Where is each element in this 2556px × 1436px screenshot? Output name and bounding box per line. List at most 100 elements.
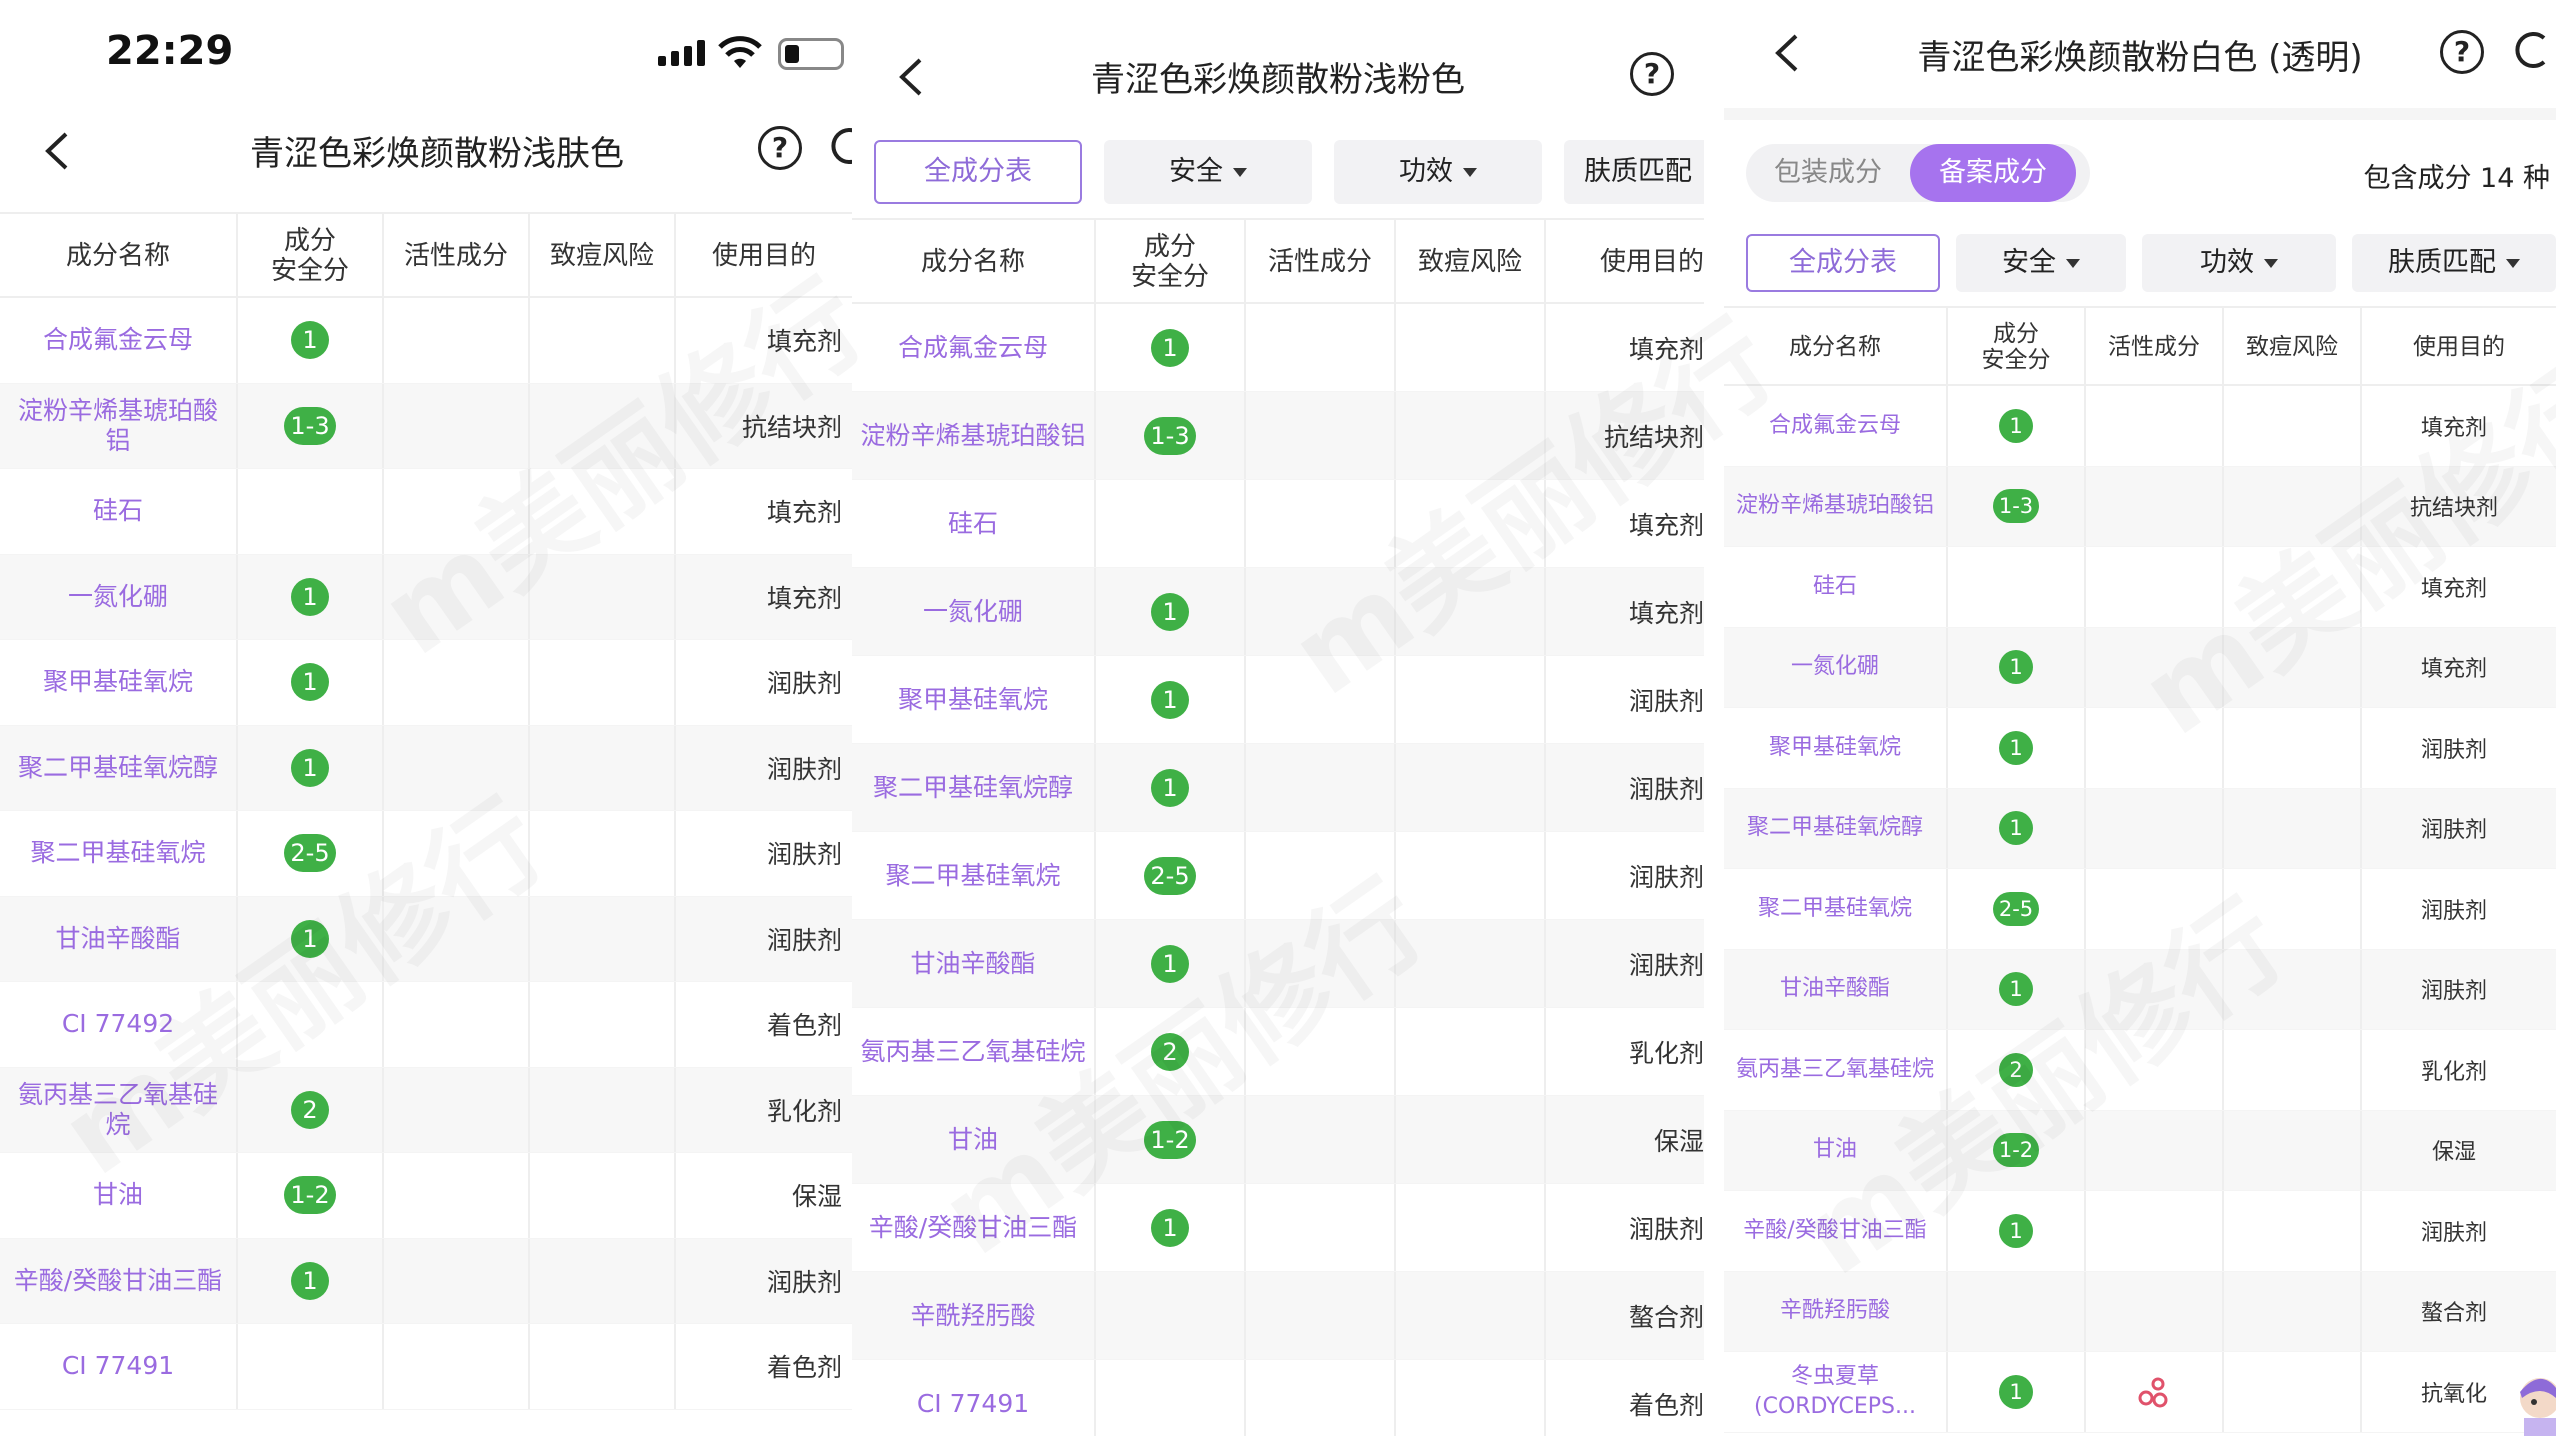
help-icon[interactable]: ? xyxy=(1630,52,1674,96)
ingredient-name[interactable]: 辛酸/癸酸甘油三酯 xyxy=(852,1184,1096,1271)
table-row[interactable]: 甘油 1-2 保湿 xyxy=(0,1153,852,1239)
ingredient-name[interactable]: 冬虫夏草(CORDYCEPS... xyxy=(1724,1352,1948,1432)
share-icon[interactable] xyxy=(2514,30,2554,70)
ingredient-name[interactable]: 硅石 xyxy=(1724,547,1948,627)
ingredient-name[interactable]: 淀粉辛烯基琥珀酸铝 xyxy=(1724,466,1948,546)
ingredient-name[interactable]: 甘油 xyxy=(852,1096,1096,1183)
table-row[interactable]: 氨丙基三乙氧基硅烷 2 乳化剂 xyxy=(0,1067,852,1153)
filter-skin-match[interactable]: 肤质匹配 xyxy=(1564,140,1704,204)
table-row[interactable]: 聚甲基硅氧烷 1 润肤剂 xyxy=(0,640,852,726)
ingredient-name[interactable]: 辛酸/癸酸甘油三酯 xyxy=(1724,1191,1948,1271)
table-row[interactable]: 氨丙基三乙氧基硅烷 2 乳化剂 xyxy=(1724,1030,2556,1111)
ingredient-name[interactable]: 聚甲基硅氧烷 xyxy=(0,640,238,725)
ingredient-name[interactable]: 聚甲基硅氧烷 xyxy=(852,656,1096,743)
ingredient-name[interactable]: 氨丙基三乙氧基硅烷 xyxy=(1724,1030,1948,1110)
table-row[interactable]: 冬虫夏草(CORDYCEPS... 1 抗氧化 xyxy=(1724,1352,2556,1433)
ingredient-name[interactable]: 甘油辛酸酯 xyxy=(852,920,1096,1007)
filter-effect[interactable]: 功效 xyxy=(1334,140,1542,204)
table-row[interactable]: 辛酸/癸酸甘油三酯 1 润肤剂 xyxy=(1724,1191,2556,1272)
active-ingredient-cell xyxy=(1246,1096,1396,1183)
table-row[interactable]: 甘油辛酸酯 1 润肤剂 xyxy=(1724,949,2556,1030)
table-row[interactable]: 甘油辛酸酯 1 润肤剂 xyxy=(0,896,852,982)
ingredient-name[interactable]: 硅石 xyxy=(0,469,238,554)
table-row[interactable]: 辛酸/癸酸甘油三酯 1 润肤剂 xyxy=(852,1184,1704,1272)
ingredient-name[interactable]: 硅石 xyxy=(852,480,1096,567)
table-row[interactable]: 辛酰羟肟酸 螯合剂 xyxy=(1724,1271,2556,1352)
ingredient-name[interactable]: 淀粉辛烯基琥珀酸铝 xyxy=(0,383,238,468)
ingredient-name[interactable]: 氨丙基三乙氧基硅烷 xyxy=(852,1008,1096,1095)
ingredient-name[interactable]: 甘油辛酸酯 xyxy=(1724,949,1948,1029)
table-row[interactable]: 淀粉辛烯基琥珀酸铝 1-3 抗结块剂 xyxy=(852,392,1704,480)
table-row[interactable]: 甘油 1-2 保湿 xyxy=(852,1096,1704,1184)
ingredient-name[interactable]: 一氮化硼 xyxy=(852,568,1096,655)
filter-safety[interactable]: 安全 xyxy=(1104,140,1312,204)
table-row[interactable]: 聚甲基硅氧烷 1 润肤剂 xyxy=(1724,708,2556,789)
safety-score-cell xyxy=(1948,547,2086,627)
ingredient-name[interactable]: 聚二甲基硅氧烷 xyxy=(1724,869,1948,949)
filter-safety[interactable]: 安全 xyxy=(1956,234,2126,292)
table-row[interactable]: 硅石 填充剂 xyxy=(1724,547,2556,628)
table-row[interactable]: 硅石 填充剂 xyxy=(852,480,1704,568)
help-icon[interactable]: ? xyxy=(758,126,802,170)
ingredient-name[interactable]: 合成氟金云母 xyxy=(0,298,238,383)
table-row[interactable]: 聚二甲基硅氧烷 2-5 润肤剂 xyxy=(852,832,1704,920)
filter-skin-match[interactable]: 肤质匹配 xyxy=(2352,234,2556,292)
table-row[interactable]: CI 77492 着色剂 xyxy=(0,982,852,1068)
table-row[interactable]: 甘油辛酸酯 1 润肤剂 xyxy=(852,920,1704,1008)
table-row[interactable]: 合成氟金云母 1 填充剂 xyxy=(0,298,852,384)
ingredient-name[interactable]: CI 77491 xyxy=(852,1360,1096,1436)
ingredient-name[interactable]: 合成氟金云母 xyxy=(1724,386,1948,466)
table-row[interactable]: 氨丙基三乙氧基硅烷 2 乳化剂 xyxy=(852,1008,1704,1096)
ingredient-name[interactable]: 聚二甲基硅氧烷醇 xyxy=(0,725,238,810)
table-row[interactable]: 一氮化硼 1 填充剂 xyxy=(0,554,852,640)
ingredient-name[interactable]: 甘油辛酸酯 xyxy=(0,896,238,981)
table-row[interactable]: 淀粉辛烯基琥珀酸铝 1-3 抗结块剂 xyxy=(1724,466,2556,547)
table-row[interactable]: CI 77491 着色剂 xyxy=(0,1324,852,1410)
table-row[interactable]: 辛酰羟肟酸 螯合剂 xyxy=(852,1272,1704,1360)
help-icon[interactable]: ? xyxy=(2440,30,2484,74)
ingredient-name[interactable]: 一氮化硼 xyxy=(1724,627,1948,707)
page-title: 青涩色彩焕颜散粉白色 (透明) xyxy=(1917,38,2363,78)
ingredient-name[interactable]: 辛酸/癸酸甘油三酯 xyxy=(0,1238,238,1323)
ingredient-name[interactable]: 聚二甲基硅氧烷醇 xyxy=(1724,788,1948,868)
ingredient-name[interactable]: 甘油 xyxy=(1724,1110,1948,1190)
table-row[interactable]: 聚二甲基硅氧烷醇 1 润肤剂 xyxy=(1724,788,2556,869)
table-row[interactable]: 聚二甲基硅氧烷 2-5 润肤剂 xyxy=(0,811,852,897)
filter-effect-label: 功效 xyxy=(2200,247,2254,278)
ingredient-name[interactable]: 辛酰羟肟酸 xyxy=(852,1272,1096,1359)
table-row[interactable]: 聚二甲基硅氧烷醇 1 润肤剂 xyxy=(0,725,852,811)
ingredient-name[interactable]: 聚二甲基硅氧烷 xyxy=(852,832,1096,919)
back-arrow-icon[interactable] xyxy=(34,126,84,176)
table-row[interactable]: 硅石 填充剂 xyxy=(0,469,852,555)
ingredient-name[interactable]: 氨丙基三乙氧基硅烷 xyxy=(0,1067,238,1152)
ingredient-name[interactable]: 甘油 xyxy=(0,1153,238,1238)
table-row[interactable]: 一氮化硼 1 填充剂 xyxy=(852,568,1704,656)
table-row[interactable]: CI 77491 着色剂 xyxy=(852,1360,1704,1436)
table-row[interactable]: 合成氟金云母 1 填充剂 xyxy=(852,304,1704,392)
table-row[interactable]: 聚二甲基硅氧烷 2-5 润肤剂 xyxy=(1724,869,2556,950)
active-ingredient-cell xyxy=(2086,1271,2224,1351)
ingredient-name[interactable]: 合成氟金云母 xyxy=(852,304,1096,391)
filter-all-ingredients[interactable]: 全成分表 xyxy=(1746,234,1940,292)
segment-recorded[interactable]: 备案成分 xyxy=(1910,144,2076,202)
table-row[interactable]: 一氮化硼 1 填充剂 xyxy=(1724,627,2556,708)
ingredient-name[interactable]: 一氮化硼 xyxy=(0,554,238,639)
filter-effect[interactable]: 功效 xyxy=(2142,234,2336,292)
table-row[interactable]: 辛酸/癸酸甘油三酯 1 润肤剂 xyxy=(0,1238,852,1324)
table-row[interactable]: 聚甲基硅氧烷 1 润肤剂 xyxy=(852,656,1704,744)
ingredient-name[interactable]: 聚甲基硅氧烷 xyxy=(1724,708,1948,788)
ingredient-name[interactable]: 辛酰羟肟酸 xyxy=(1724,1271,1948,1351)
share-icon[interactable] xyxy=(830,126,852,166)
ingredient-name[interactable]: CI 77491 xyxy=(0,1324,238,1409)
safety-score-cell: 1 xyxy=(1948,1191,2086,1271)
table-row[interactable]: 甘油 1-2 保湿 xyxy=(1724,1110,2556,1191)
ingredient-name[interactable]: 聚二甲基硅氧烷醇 xyxy=(852,744,1096,831)
filter-all-ingredients[interactable]: 全成分表 xyxy=(874,140,1082,204)
table-row[interactable]: 合成氟金云母 1 填充剂 xyxy=(1724,386,2556,467)
ingredient-name[interactable]: 淀粉辛烯基琥珀酸铝 xyxy=(852,392,1096,479)
table-row[interactable]: 淀粉辛烯基琥珀酸铝 1-3 抗结块剂 xyxy=(0,383,852,469)
table-row[interactable]: 聚二甲基硅氧烷醇 1 润肤剂 xyxy=(852,744,1704,832)
ingredient-name[interactable]: CI 77492 xyxy=(0,982,238,1067)
ingredient-name[interactable]: 聚二甲基硅氧烷 xyxy=(0,811,238,896)
segment-packaging[interactable]: 包装成分 xyxy=(1746,144,1910,202)
